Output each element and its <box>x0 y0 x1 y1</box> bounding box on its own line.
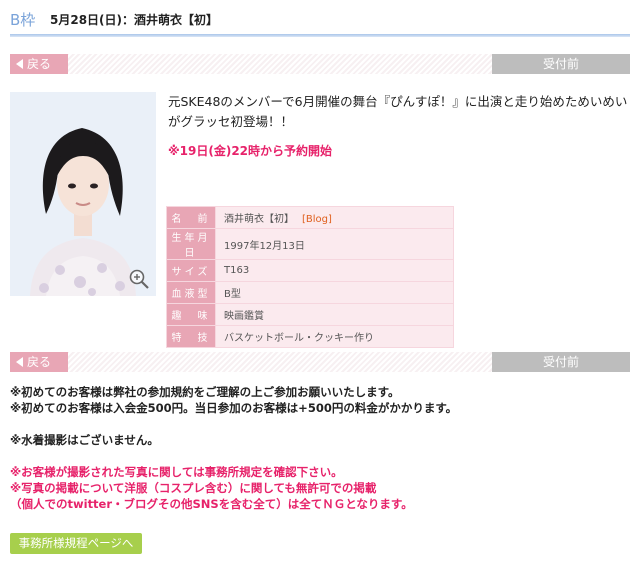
agency-rules-button[interactable]: 事務所様規程ページへ <box>10 533 142 554</box>
profile-value: 1997年12月13日 <box>215 228 454 260</box>
notice-spacer <box>10 448 630 464</box>
profile-row: 趣 味 映画鑑賞 <box>166 303 454 326</box>
frame-label: B枠 <box>10 11 36 29</box>
profile-value: B型 <box>215 281 454 304</box>
reception-status-badge: 受付前 <box>492 54 630 74</box>
profile-row: 特 技 バスケットボール・クッキー作り <box>166 325 454 348</box>
notice-section: ※初めてのお客様は弊社の参加規約をご理解の上ご参加お願いいたします。 ※初めての… <box>10 384 630 512</box>
profile-table: 名 前 酒井萌衣【初】 [Blog] 生年月日 1997年12月13日 サイズ T… <box>166 206 454 348</box>
notice-line-alert: ※写真の掲載について洋服（コスプレ含む）に関しても無許可での掲載 <box>10 481 377 495</box>
model-portrait-image <box>10 92 156 296</box>
profile-row: 生年月日 1997年12月13日 <box>166 228 454 260</box>
event-headline: 元SKE48のメンバーで6月開催の舞台『ぴんすぽ！』に出演と走り始めためいめいが… <box>168 94 628 129</box>
profile-row: サイズ T163 <box>166 259 454 282</box>
notice-line: ※初めてのお客様は弊社の参加規約をご理解の上ご参加お願いいたします。 <box>10 385 400 399</box>
profile-value: T163 <box>215 259 454 282</box>
profile-label: 特 技 <box>166 325 216 348</box>
page-header: B枠 5月28日(日)：酒井萌衣【初】 <box>10 10 630 37</box>
profile-label: 血液型 <box>166 281 216 304</box>
profile-row: 名 前 酒井萌衣【初】 [Blog] <box>166 206 454 229</box>
profile-label: 生年月日 <box>166 228 216 260</box>
model-photo[interactable] <box>10 92 156 296</box>
back-label: 戻る <box>27 57 52 71</box>
notice-line-alert: （個人でのtwitter・ブログその他SNSを含む全て）は全てＮＧとなります。 <box>10 497 413 511</box>
profile-label: 趣 味 <box>166 303 216 326</box>
page-title: 5月28日(日)：酒井萌衣【初】 <box>50 13 219 27</box>
nav-bar-bottom: 戻る 受付前 <box>10 352 630 372</box>
zoom-in-icon[interactable] <box>128 268 150 290</box>
notice-line: ※初めてのお客様は入会金500円。当日参加のお客様は+500円の料金がかかります… <box>10 401 458 415</box>
reception-status-badge: 受付前 <box>492 352 630 372</box>
profile-label: サイズ <box>166 259 216 282</box>
back-label: 戻る <box>27 355 52 369</box>
notice-line: ※水着撮影はございません。 <box>10 433 159 447</box>
notice-spacer <box>10 416 630 432</box>
profile-name-value: 酒井萌衣【初】 <box>224 214 294 225</box>
profile-value: バスケットボール・クッキー作り <box>215 325 454 348</box>
profile-value: 酒井萌衣【初】 [Blog] <box>215 206 454 229</box>
left-arrow-icon <box>16 59 23 69</box>
notice-line-alert: ※お客様が撮影された写真に関しては事務所規定を確認下さい。 <box>10 465 343 479</box>
back-button[interactable]: 戻る <box>10 54 68 74</box>
profile-row: 血液型 B型 <box>166 281 454 304</box>
profile-label: 名 前 <box>166 206 216 229</box>
nav-bar-top: 戻る 受付前 <box>10 54 630 74</box>
left-arrow-icon <box>16 357 23 367</box>
header-divider <box>10 34 630 37</box>
back-button-bottom[interactable]: 戻る <box>10 352 68 372</box>
reservation-notice: ※19日(金)22時から予約開始 <box>168 144 333 158</box>
blog-link[interactable]: [Blog] <box>302 214 332 225</box>
profile-value: 映画鑑賞 <box>215 303 454 326</box>
